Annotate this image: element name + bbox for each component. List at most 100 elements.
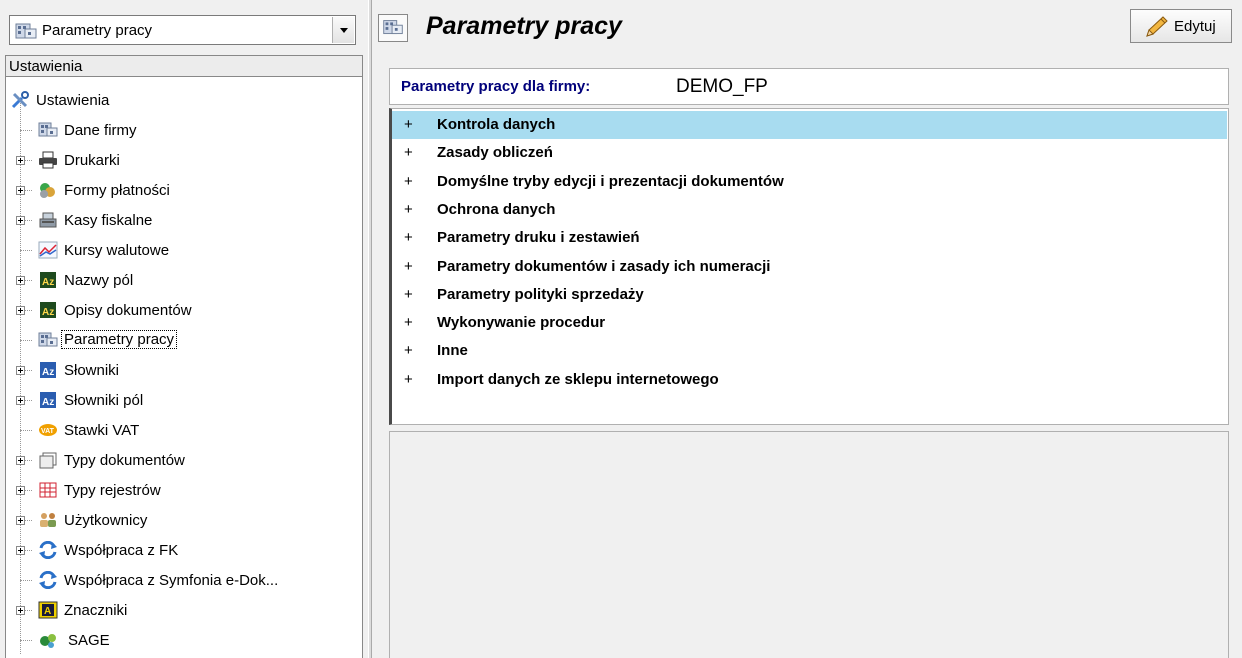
tree-item-label: Kasy fiskalne <box>64 212 153 229</box>
svg-text:Az: Az <box>42 397 54 408</box>
tree-item-typy-dokumentów[interactable]: Typy dokumentów <box>6 448 356 474</box>
vat-icon: VAT <box>39 424 57 436</box>
svg-text:Az: Az <box>42 307 54 318</box>
tree-item-znaczniki[interactable]: A Znaczniki <box>6 598 356 624</box>
az-dark-icon: Az <box>40 302 56 318</box>
tree-item-label: Słowniki <box>64 362 120 379</box>
expand-icon[interactable] <box>16 486 25 495</box>
chevron-down-icon[interactable] <box>332 17 354 43</box>
parameter-group-row[interactable]: + Parametry druku i zestawień <box>392 224 1227 252</box>
sage-icon <box>40 634 56 648</box>
parameter-group-label: Kontrola danych <box>437 116 556 133</box>
edit-button[interactable]: Edytuj <box>1130 9 1232 43</box>
tree-item-label: Słowniki pól <box>64 392 144 409</box>
tree-item-label: Typy rejestrów <box>64 482 161 499</box>
expand-plus-icon[interactable]: + <box>404 144 413 161</box>
tree-item-dane-firmy[interactable]: Dane firmy <box>6 118 356 144</box>
expand-plus-icon[interactable]: + <box>404 229 413 246</box>
coins-icon <box>40 183 55 198</box>
parameter-group-row[interactable]: + Zasady obliczeń <box>392 139 1227 167</box>
parameter-group-row[interactable]: + Ochrona danych <box>392 196 1227 224</box>
module-select[interactable]: Parametry pracy <box>9 15 356 45</box>
expand-icon[interactable] <box>16 396 25 405</box>
expand-icon[interactable] <box>16 516 25 525</box>
tree-item-opisy-dokumentów[interactable]: Az Opisy dokumentów <box>6 298 356 324</box>
tree-item-parametry-pracy[interactable]: Parametry pracy <box>6 328 356 354</box>
az-dark-icon: Az <box>40 272 56 288</box>
left-pane: Parametry pracy Ustawienia Ustawienia Dan… <box>0 0 368 658</box>
expand-icon[interactable] <box>16 456 25 465</box>
tree-item-typy-rejestrów[interactable]: Typy rejestrów <box>6 478 356 504</box>
tree-connector <box>20 250 32 251</box>
parameter-group-row[interactable]: + Wykonywanie procedur <box>392 309 1227 337</box>
expand-icon[interactable] <box>16 606 25 615</box>
documents-icon <box>39 452 57 469</box>
tree-item-drukarki[interactable]: Drukarki <box>6 148 356 174</box>
parameter-group-row[interactable]: + Kontrola danych <box>392 111 1227 139</box>
parameter-group-row[interactable]: + Parametry polityki sprzedaży <box>392 281 1227 309</box>
expand-plus-icon[interactable]: + <box>404 314 413 331</box>
tree-item-label: Stawki VAT <box>64 422 140 439</box>
expand-plus-icon[interactable]: + <box>404 173 413 190</box>
building-icon <box>38 122 58 137</box>
parameter-group-label: Inne <box>437 342 468 360</box>
tree-item-użytkownicy[interactable]: Użytkownicy <box>6 508 356 534</box>
marker-icon: A <box>38 601 58 619</box>
expand-icon[interactable] <box>16 306 25 315</box>
parameter-group-label: Domyślne tryby edycji i prezentacji doku… <box>437 172 784 190</box>
parameter-group-row[interactable]: + Parametry dokumentów i zasady ich numer… <box>392 253 1227 281</box>
tools-icon <box>11 91 29 109</box>
az-blue-icon: Az <box>40 362 56 378</box>
tree-item-sage[interactable]: SAGE <box>6 628 356 654</box>
edit-button-label: Edytuj <box>1174 18 1216 35</box>
parameter-groups-list: + Kontrola danych + Zasady obliczeń + Domyśln… <box>389 108 1229 425</box>
users-icon <box>40 513 56 527</box>
expand-plus-icon[interactable]: + <box>404 371 413 388</box>
tree-item-kursy-walutowe[interactable]: Kursy walutowe <box>6 238 356 264</box>
tree-item-ustawienia[interactable]: Ustawienia <box>6 88 356 114</box>
expand-icon[interactable] <box>16 276 25 285</box>
section-header: Ustawienia <box>5 55 363 77</box>
building-icon <box>15 23 37 39</box>
details-panel <box>389 431 1229 658</box>
tree-item-label: Kursy walutowe <box>64 242 170 259</box>
parameter-group-row[interactable]: + Inne <box>392 337 1227 365</box>
building-icon <box>38 332 58 347</box>
tree-item-nazwy-pól[interactable]: Az Nazwy pól <box>6 268 356 294</box>
tree-connector <box>20 130 32 131</box>
az-blue-icon: Az <box>40 392 56 408</box>
tree-item-słowniki-pól[interactable]: Az Słowniki pól <box>6 388 356 414</box>
grid-icon <box>39 482 57 498</box>
tree-item-formy-płatności[interactable]: Formy płatności <box>6 178 356 204</box>
printer-icon <box>39 151 57 169</box>
expand-plus-icon[interactable]: + <box>404 342 413 359</box>
module-select-value: Parametry pracy <box>42 22 153 39</box>
sync-icon <box>39 541 57 559</box>
cash-register-icon <box>39 212 57 228</box>
parameter-group-row[interactable]: + Import danych ze sklepu internetowego <box>392 366 1227 394</box>
expand-plus-icon[interactable]: + <box>404 116 413 133</box>
tree-item-współpraca-z-symfonia-e-dok[interactable]: Współpraca z Symfonia e-Dok... <box>6 568 356 594</box>
expand-icon[interactable] <box>16 156 25 165</box>
tree-item-kasy-fiskalne[interactable]: Kasy fiskalne <box>6 208 356 234</box>
expand-icon[interactable] <box>16 546 25 555</box>
expand-plus-icon[interactable]: + <box>404 258 413 275</box>
expand-plus-icon[interactable]: + <box>404 201 413 218</box>
chart-line-icon <box>38 241 58 259</box>
svg-text:Az: Az <box>42 367 54 378</box>
tree-item-słowniki[interactable]: Az Słowniki <box>6 358 356 384</box>
expand-icon[interactable] <box>16 216 25 225</box>
firm-value: DEMO_FP <box>676 76 768 97</box>
tree-connector <box>20 340 32 341</box>
settings-tree: Ustawienia Dane firmy Drukarki Formy płatno… <box>5 77 363 658</box>
expand-plus-icon[interactable]: + <box>404 286 413 303</box>
tree-item-label: Parametry pracy <box>61 330 178 349</box>
parameter-group-row[interactable]: + Domyślne tryby edycji i prezentacji dok… <box>392 168 1227 196</box>
tree-item-label: Dane firmy <box>64 122 137 139</box>
tree-item-label: Nazwy pól <box>64 272 134 289</box>
tree-item-label: Drukarki <box>64 152 120 169</box>
expand-icon[interactable] <box>16 186 25 195</box>
tree-item-stawki-vat[interactable]: VAT Stawki VAT <box>6 418 356 444</box>
tree-item-współpraca-z-fk[interactable]: Współpraca z FK <box>6 538 356 564</box>
expand-icon[interactable] <box>16 366 25 375</box>
